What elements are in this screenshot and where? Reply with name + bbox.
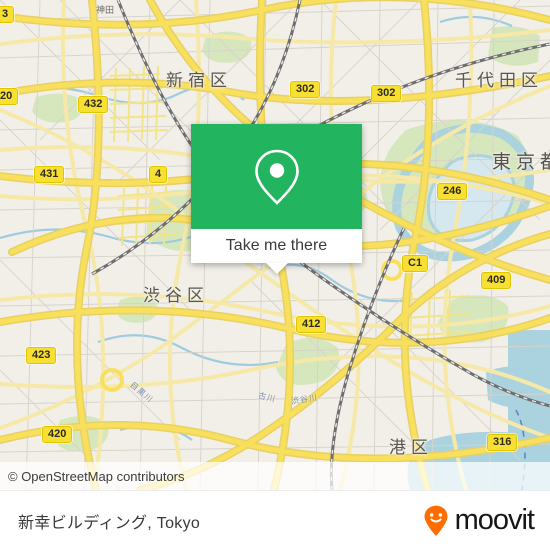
route-shield-432-a[interactable]: 432 xyxy=(78,96,109,113)
moovit-map-screen: 新宿区 千代田区 東京都 渋谷区 港区 神田 目黒川 古川 渋谷川 3 20 4… xyxy=(0,0,550,550)
moovit-wordmark: moovit xyxy=(454,504,535,536)
card-header xyxy=(191,124,362,229)
route-shield-302-b[interactable]: 302 xyxy=(371,85,402,102)
route-shield-316[interactable]: 316 xyxy=(487,434,518,451)
card-pointer xyxy=(265,263,288,274)
map-attribution: © OpenStreetMap contributors xyxy=(0,462,550,490)
card-footer[interactable]: Take me there xyxy=(191,229,362,263)
map-pin-icon xyxy=(254,149,299,205)
map-canvas[interactable]: 新宿区 千代田区 東京都 渋谷区 港区 神田 目黒川 古川 渋谷川 3 20 4… xyxy=(0,0,550,490)
route-shield-412[interactable]: 412 xyxy=(296,316,327,333)
route-shield-c1[interactable]: C1 xyxy=(402,255,429,272)
route-shield-4[interactable]: 4 xyxy=(149,166,168,183)
moovit-pin-icon xyxy=(424,505,448,536)
route-shield-409[interactable]: 409 xyxy=(481,272,512,289)
footer-bar: 新幸ビルディング, Tokyo moovit xyxy=(0,490,550,550)
route-shield-20[interactable]: 20 xyxy=(0,88,19,105)
route-shield-431[interactable]: 431 xyxy=(34,166,65,183)
moovit-logo[interactable]: moovit xyxy=(423,504,535,537)
route-shield-3[interactable]: 3 xyxy=(0,6,15,23)
take-me-there-card[interactable]: Take me there xyxy=(191,124,362,274)
route-shield-302-a[interactable]: 302 xyxy=(290,81,321,98)
route-shield-423[interactable]: 423 xyxy=(26,347,57,364)
attribution-text[interactable]: © OpenStreetMap contributors xyxy=(0,469,185,484)
route-shield-420[interactable]: 420 xyxy=(42,426,73,443)
route-shield-246[interactable]: 246 xyxy=(437,183,468,200)
take-me-there-label: Take me there xyxy=(225,237,328,254)
place-title: 新幸ビルディング, Tokyo xyxy=(18,514,201,532)
